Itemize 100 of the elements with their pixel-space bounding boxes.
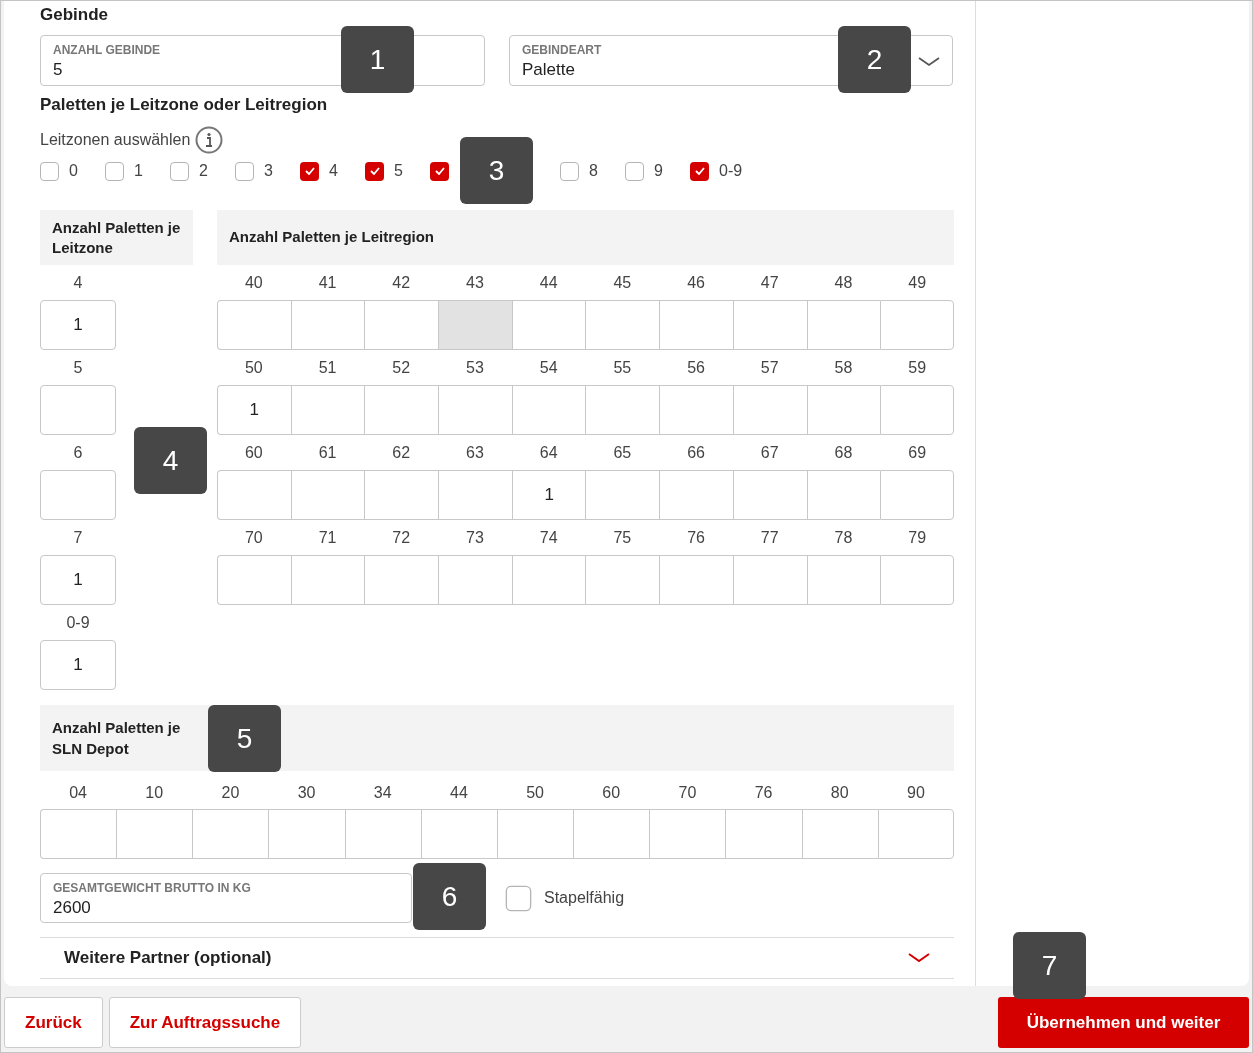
input-field[interactable] [511, 385, 586, 435]
input-field[interactable] [364, 555, 439, 605]
accordion-header[interactable]: Weitere Partner (optional) [40, 937, 954, 979]
callout-badge: 5 [208, 705, 281, 772]
input-field[interactable] [880, 470, 954, 520]
input-field[interactable] [497, 809, 574, 859]
input-field[interactable] [585, 385, 660, 435]
depot-label: 50 [525, 783, 545, 803]
input-field[interactable]: 1 [40, 640, 116, 690]
region-label: 48 [833, 273, 854, 293]
input-field[interactable] [649, 809, 726, 859]
check-icon [369, 167, 380, 175]
depot-label: 90 [906, 783, 926, 803]
checkbox[interactable] [170, 161, 189, 181]
input-field[interactable] [290, 300, 365, 350]
input-field[interactable] [659, 300, 733, 350]
checkbox[interactable] [365, 161, 384, 181]
input-field[interactable] [659, 470, 733, 520]
nav-button[interactable]: Zur Auftragssuche [108, 997, 302, 1048]
region-label: 51 [317, 358, 338, 378]
checkbox[interactable] [625, 161, 644, 181]
input-field[interactable] [801, 809, 878, 859]
input-field[interactable] [344, 809, 421, 859]
input-field[interactable] [40, 385, 116, 435]
input-field[interactable] [290, 385, 365, 435]
depot-label: 04 [68, 783, 88, 803]
input-field[interactable] [192, 809, 269, 859]
input-field[interactable] [116, 809, 193, 859]
input-field[interactable] [420, 809, 497, 859]
callout-badge: 4 [134, 427, 207, 494]
region-label: 49 [907, 273, 928, 293]
input-field[interactable]: 1 [40, 300, 116, 350]
zone-label: 7 [72, 528, 84, 548]
input-field[interactable] [659, 555, 733, 605]
weight-field[interactable]: GESAMTGEWICHT BRUTTO IN KG 2600 [40, 873, 412, 923]
input-field[interactable] [438, 385, 512, 435]
region-label: 79 [907, 528, 928, 548]
region-label: 56 [686, 358, 706, 378]
input-field[interactable] [364, 300, 439, 350]
input-field[interactable] [585, 470, 660, 520]
input-field[interactable]: 1 [217, 385, 291, 435]
region-label: 74 [538, 528, 559, 548]
input-field[interactable] [806, 300, 881, 350]
input-field[interactable] [806, 385, 881, 435]
depot-label: 44 [449, 783, 469, 803]
input-field[interactable] [732, 470, 807, 520]
checkbox[interactable] [300, 161, 319, 181]
region-label: 40 [243, 273, 264, 293]
input-field[interactable] [806, 470, 881, 520]
input-field[interactable] [290, 470, 365, 520]
input-field[interactable] [732, 555, 807, 605]
region-label: 62 [391, 443, 412, 463]
region-label: 72 [391, 528, 412, 548]
input-field[interactable] [217, 555, 291, 605]
region-label: 41 [317, 273, 338, 293]
input-field[interactable] [659, 385, 733, 435]
input-field[interactable] [877, 809, 954, 859]
input-field[interactable] [725, 809, 802, 859]
input-field[interactable] [880, 385, 954, 435]
region-label: 67 [759, 443, 780, 463]
checkbox-label: 1 [134, 161, 143, 181]
input-field[interactable] [806, 555, 881, 605]
continue-button[interactable]: Übernehmen und weiter [998, 997, 1249, 1048]
input-field[interactable] [511, 300, 586, 350]
zone-label: 6 [72, 443, 84, 463]
input-field[interactable] [880, 300, 954, 350]
region-label: 68 [833, 443, 854, 463]
input-field[interactable] [217, 470, 291, 520]
checkbox[interactable] [505, 885, 532, 911]
checkbox[interactable] [430, 161, 449, 181]
input-field[interactable] [364, 385, 439, 435]
checkbox[interactable] [40, 161, 59, 181]
input-field[interactable] [217, 300, 291, 350]
input-field[interactable] [585, 555, 660, 605]
input-field[interactable] [438, 470, 512, 520]
checkbox[interactable] [690, 161, 709, 181]
checkbox-label: 3 [264, 161, 273, 181]
check-icon [694, 167, 705, 175]
input-field[interactable] [573, 809, 650, 859]
region-label: 76 [686, 528, 706, 548]
depot-label: 70 [677, 783, 698, 803]
checkbox[interactable] [560, 161, 579, 181]
input-field[interactable] [732, 385, 807, 435]
checkbox[interactable] [105, 161, 124, 181]
input-field[interactable] [511, 555, 586, 605]
input-field[interactable] [40, 470, 116, 520]
nav-button[interactable]: Zurück [4, 997, 103, 1048]
input-field[interactable] [732, 300, 807, 350]
input-field[interactable] [290, 555, 365, 605]
input-field[interactable]: 1 [511, 470, 586, 520]
depot-label: 80 [829, 783, 850, 803]
info-icon[interactable] [195, 126, 224, 154]
input-field[interactable] [364, 470, 439, 520]
input-field[interactable] [40, 809, 117, 859]
input-field[interactable] [880, 555, 954, 605]
input-field[interactable] [585, 300, 660, 350]
input-field[interactable] [438, 555, 512, 605]
checkbox[interactable] [235, 161, 254, 181]
input-field[interactable] [268, 809, 345, 859]
input-field[interactable]: 1 [40, 555, 116, 605]
